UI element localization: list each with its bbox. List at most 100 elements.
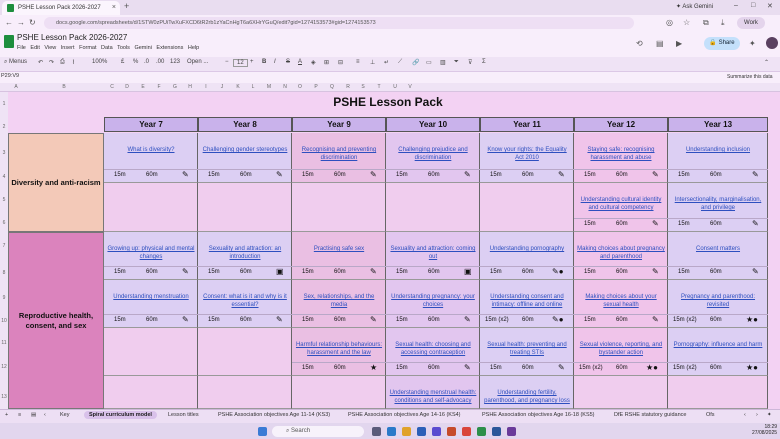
font-select[interactable]: Open ...: [187, 59, 208, 65]
bookmark-star-icon[interactable]: ☆: [683, 18, 690, 27]
column-header-q[interactable]: Q: [326, 84, 338, 90]
italic-button[interactable]: I: [274, 59, 276, 65]
fill-color-icon[interactable]: ◈: [311, 59, 316, 66]
lesson-link[interactable]: Growing up: physical and mental changes: [107, 245, 195, 261]
column-header-o[interactable]: O: [294, 84, 306, 90]
back-icon[interactable]: ←: [5, 18, 13, 27]
filter-views-icon[interactable]: ⊽: [468, 59, 472, 66]
increase-decimal-button[interactable]: .00: [156, 59, 164, 65]
section-diversity[interactable]: Diversity and anti-racism: [8, 133, 104, 232]
filter-icon[interactable]: ⏷: [454, 59, 459, 66]
lesson-link[interactable]: Recognising and preventing discriminatio…: [295, 146, 383, 162]
sheets-nav-icon[interactable]: ▤: [31, 412, 36, 418]
share-button[interactable]: 🔒 Share: [704, 37, 740, 50]
lesson-link[interactable]: Sexuality and attraction: coming out: [389, 245, 477, 261]
link-icon[interactable]: 🔗: [412, 59, 419, 66]
column-header-f[interactable]: F: [153, 84, 165, 90]
lesson-link[interactable]: Intersectionality, marginalisation, and …: [671, 196, 765, 212]
menus-search-button[interactable]: ⌕ Menus: [4, 59, 27, 66]
row-header-8[interactable]: 8: [0, 270, 8, 276]
column-header-i[interactable]: I: [200, 84, 212, 90]
lesson-link[interactable]: Consent matters: [671, 245, 765, 253]
functions-icon[interactable]: Σ: [482, 59, 486, 65]
pencil-icon[interactable]: ✎: [464, 316, 471, 324]
font-size-input[interactable]: 12: [233, 59, 248, 67]
lesson-link[interactable]: Sex, relationships, and the media: [295, 293, 383, 309]
empty-cell[interactable]: [386, 183, 480, 232]
task-view-icon[interactable]: [372, 427, 381, 436]
zoom-select[interactable]: 100%: [92, 59, 107, 65]
decrease-decimal-button[interactable]: .0: [144, 59, 149, 65]
lesson-link[interactable]: Understanding fertility, parenthood, and…: [483, 389, 571, 405]
lesson-link[interactable]: Sexual health: preventing and treating S…: [483, 341, 571, 357]
add-sheet-icon[interactable]: +: [5, 412, 8, 418]
pencil-dot-icon[interactable]: ✎●: [552, 316, 564, 324]
rotate-icon[interactable]: ⟋: [398, 59, 402, 66]
meet-icon[interactable]: ▶: [676, 39, 682, 48]
lesson-link[interactable]: Understanding menstruation: [107, 293, 195, 301]
strikethrough-button[interactable]: S: [286, 59, 290, 65]
download-icon[interactable]: ⤓: [721, 18, 725, 28]
menu-insert[interactable]: Insert: [61, 45, 75, 51]
menu-tools[interactable]: Tools: [117, 45, 130, 51]
history-icon[interactable]: ⟲: [636, 39, 643, 48]
pencil-icon[interactable]: ✎: [652, 268, 659, 276]
url-input[interactable]: docs.google.com/spreadsheets/d/1STW0zPUi…: [44, 17, 634, 29]
star-dot-icon[interactable]: ★●: [646, 364, 658, 372]
pencil-icon[interactable]: ✎: [182, 268, 189, 276]
row-header-5[interactable]: 5: [0, 197, 8, 203]
row-header-1[interactable]: 1: [0, 101, 8, 107]
pencil-icon[interactable]: ✎: [464, 364, 471, 372]
pencil-icon[interactable]: ✎: [182, 171, 189, 179]
row-header-2[interactable]: 2: [0, 124, 8, 130]
column-header-t[interactable]: T: [373, 84, 385, 90]
star-icon[interactable]: ★: [370, 364, 377, 372]
menu-view[interactable]: View: [44, 45, 56, 51]
lesson-link[interactable]: Understanding cultural identity and cult…: [577, 196, 665, 212]
star-dot-icon[interactable]: ★●: [746, 316, 758, 324]
column-header-p[interactable]: P: [310, 84, 322, 90]
column-header-h[interactable]: H: [184, 84, 196, 90]
column-header-b[interactable]: B: [58, 84, 70, 90]
onenote-icon[interactable]: [507, 427, 516, 436]
name-box[interactable]: P29:V9: [1, 73, 19, 79]
menu-edit[interactable]: Edit: [30, 45, 39, 51]
row-header-6[interactable]: 6: [0, 220, 8, 226]
text-color-button[interactable]: A: [298, 59, 302, 65]
redo-icon[interactable]: ↷: [49, 59, 54, 66]
row-header-12[interactable]: 12: [0, 364, 8, 370]
column-header-m[interactable]: M: [263, 84, 275, 90]
empty-cell[interactable]: [104, 328, 198, 376]
pencil-icon[interactable]: ✎: [276, 316, 283, 324]
menu-file[interactable]: File: [17, 45, 26, 51]
lesson-link[interactable]: Sexual violence, reporting, and bystande…: [577, 341, 665, 357]
merge-cells-icon[interactable]: ⊟: [338, 59, 343, 66]
close-window-button[interactable]: ✕: [767, 2, 773, 10]
document-title[interactable]: PSHE Lesson Pack 2026-2027: [17, 33, 127, 42]
column-header-c[interactable]: C: [106, 84, 118, 90]
lesson-link[interactable]: Making choices about your sexual health: [577, 293, 665, 309]
close-tab-icon[interactable]: ×: [112, 1, 116, 15]
pencil-icon[interactable]: ✎: [370, 268, 377, 276]
lesson-link[interactable]: Harmful relationship behaviours: harassm…: [295, 341, 383, 357]
sheet-tab-key[interactable]: Key: [60, 412, 69, 418]
row-header-7[interactable]: 7: [0, 243, 8, 249]
column-header-e[interactable]: E: [137, 84, 149, 90]
row-header-13[interactable]: 13: [0, 394, 8, 400]
lesson-link[interactable]: Making choices about pregnancy and paren…: [577, 245, 665, 261]
row-header-10[interactable]: 10: [0, 318, 8, 324]
section-reproductive-health[interactable]: Reproductive health, consent, and sex: [8, 232, 104, 409]
pencil-icon[interactable]: ✎: [752, 268, 759, 276]
paint-format-icon[interactable]: ⌇: [72, 59, 75, 66]
valign-icon[interactable]: ⊥: [370, 59, 375, 66]
align-icon[interactable]: ≡: [356, 59, 360, 65]
empty-cell[interactable]: [198, 183, 292, 232]
column-header-k[interactable]: K: [232, 84, 244, 90]
lesson-link[interactable]: Sexual health: choosing and accessing co…: [389, 341, 477, 357]
bold-button[interactable]: B: [262, 59, 266, 65]
powerpoint-icon[interactable]: [447, 427, 456, 436]
lesson-link[interactable]: Staying safe: recognising harassment and…: [577, 146, 665, 162]
print-icon[interactable]: ⎙: [60, 59, 65, 66]
empty-cell[interactable]: [668, 376, 768, 409]
sheet-tab-lesson-titles[interactable]: Lesson titles: [168, 412, 199, 418]
